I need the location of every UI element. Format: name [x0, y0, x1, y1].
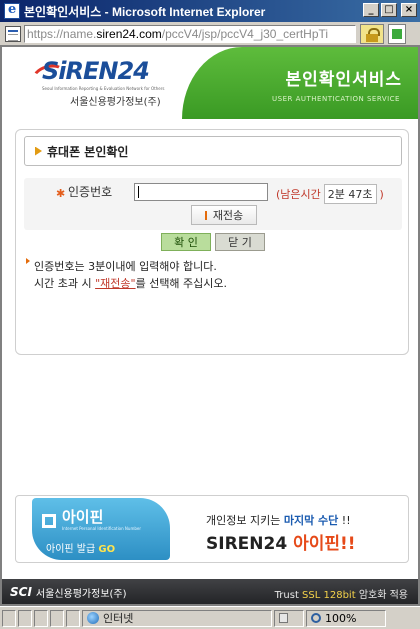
page-header: SiREN24 Seoul Information Reporting & Ev… — [2, 47, 418, 119]
code-label: 인증번호 — [68, 185, 113, 199]
resend-label: 재전송 — [212, 209, 244, 222]
window-title: 본인확인서비스 - Microsoft Internet Explorer — [24, 4, 266, 19]
note-line-2-after: 를 선택해 주십시오. — [135, 277, 228, 290]
service-title: 본인확인서비스 — [285, 70, 402, 90]
remaining-time: (남은시간 2분 47초 ) — [276, 184, 384, 204]
status-panel — [66, 609, 80, 627]
ie-icon — [4, 2, 20, 19]
banner-message-1: 개인정보 지키는 마지막 수단 !! — [206, 512, 351, 528]
resend-link[interactable]: "재전송" — [95, 277, 135, 290]
url-domain: siren24.com — [96, 26, 162, 41]
close-button[interactable]: × — [401, 3, 417, 17]
ipin-issue: 아이핀 발급 GO — [46, 540, 115, 555]
ipin-issue-go: GO — [98, 544, 116, 555]
ssl-suffix: 암호화 적용 — [355, 590, 408, 601]
page-footer: SCI 서울신용평가정보(주) Trust SSL 128bit 암호화 적용 — [2, 579, 418, 604]
banner-msg2-emph: 아이핀!! — [293, 534, 356, 554]
ipin-promo: 아이핀 Internet Personal Identification Num… — [32, 498, 170, 560]
resend-marker-icon — [204, 210, 207, 220]
resend-button[interactable]: 재전송 — [191, 205, 257, 225]
footer-company: 서울신용평가정보(주) — [35, 588, 127, 600]
ipin-logo-icon — [42, 514, 56, 528]
instructions: 인증번호는 3분이내에 입력해야 합니다. 시간 초과 시 "재전송"를 선택해… — [26, 258, 227, 292]
ssl-emph: SSL 128bit — [302, 590, 356, 601]
ssl-prefix: Trust — [274, 590, 303, 601]
url-field[interactable]: https://name.siren24.com/pccV4/jsp/pccV4… — [24, 24, 356, 43]
remaining-close: ) — [379, 187, 384, 201]
protected-mode[interactable] — [274, 609, 304, 627]
ipin-tagline: Internet Personal Identification Number — [62, 526, 141, 531]
globe-icon — [87, 612, 99, 624]
address-bar: https://name.siren24.com/pccV4/jsp/pccV4… — [0, 22, 420, 46]
window-controls: _ □ × — [363, 3, 417, 17]
maximize-button[interactable]: □ — [381, 3, 397, 17]
zoom-control[interactable]: 100% — [306, 609, 386, 627]
padlock-icon — [279, 613, 288, 623]
url-prefix: https://name. — [27, 26, 97, 41]
auth-card: 휴대폰 본인확인 ✱ 인증번호 (남은시간 2분 47초 ) 재전송 확 인 닫… — [15, 129, 409, 355]
banner-msg1-after: !! — [338, 514, 351, 527]
text-caret — [138, 186, 139, 198]
note-line-2-before: 시간 초과 시 — [34, 277, 96, 290]
ssl-notice: Trust SSL 128bit 암호화 적용 — [275, 586, 408, 601]
status-bar: 인터넷 100% — [0, 606, 420, 629]
section-title: 휴대폰 본인확인 — [47, 144, 129, 159]
section-header: 휴대폰 본인확인 — [24, 136, 402, 166]
logo-text: SiREN24 — [42, 57, 150, 85]
internet-zone[interactable]: 인터넷 — [82, 609, 272, 627]
note-line-2: 시간 초과 시 "재전송"를 선택해 주십시오. — [26, 275, 227, 292]
ipin-banner[interactable]: 아이핀 Internet Personal Identification Num… — [15, 495, 409, 563]
ipin-name: 아이핀 — [62, 508, 104, 526]
certificate-icon[interactable] — [388, 23, 406, 44]
url-path: /pccV4/jsp/pccV4_j30_certHpTi — [161, 26, 329, 41]
status-panel — [2, 609, 16, 627]
note-line-1: 인증번호는 3분이내에 입력해야 합니다. — [34, 260, 217, 273]
banner-msg2-brand: SIREN24 — [206, 534, 294, 554]
banner-message-2: SIREN24 아이핀!! — [206, 529, 356, 554]
required-dot-icon: ✱ — [56, 187, 66, 200]
close-dialog-button[interactable]: 닫 기 — [215, 233, 265, 251]
zoom-icon — [311, 613, 321, 623]
minimize-button[interactable]: _ — [363, 3, 379, 17]
banner-msg1-before: 개인정보 지키는 — [206, 514, 284, 527]
window-title-bar: 본인확인서비스 - Microsoft Internet Explorer _ … — [0, 0, 420, 22]
siren24-logo: SiREN24 Seoul Information Reporting & Ev… — [29, 59, 164, 111]
code-input[interactable] — [134, 183, 268, 201]
timer-value: 2분 47초 — [323, 184, 377, 204]
company-name: 서울신용평가정보(주) — [70, 97, 161, 108]
confirm-button[interactable]: 확 인 — [161, 233, 211, 251]
service-subtitle: USER AUTHENTICATION SERVICE — [272, 95, 400, 103]
remaining-open: (남은시간 — [276, 188, 321, 201]
zone-label: 인터넷 — [103, 612, 134, 625]
ssl-lock-icon[interactable] — [360, 23, 384, 44]
banner-msg1-emph: 마지막 수단 — [283, 514, 339, 527]
code-form: ✱ 인증번호 (남은시간 2분 47초 ) 재전송 — [24, 178, 402, 230]
sci-logo: SCI — [10, 585, 32, 599]
bullet-arrow-icon — [35, 146, 42, 156]
page-icon — [5, 25, 21, 42]
status-panel — [34, 609, 48, 627]
ipin-issue-prefix: 아이핀 발급 — [46, 544, 99, 555]
page-content: SiREN24 Seoul Information Reporting & Ev… — [0, 46, 420, 606]
status-panel — [18, 609, 32, 627]
zoom-level: 100% — [325, 611, 357, 625]
logo-tagline: Seoul Information Reporting & Evaluation… — [42, 86, 165, 91]
status-panel — [50, 609, 64, 627]
